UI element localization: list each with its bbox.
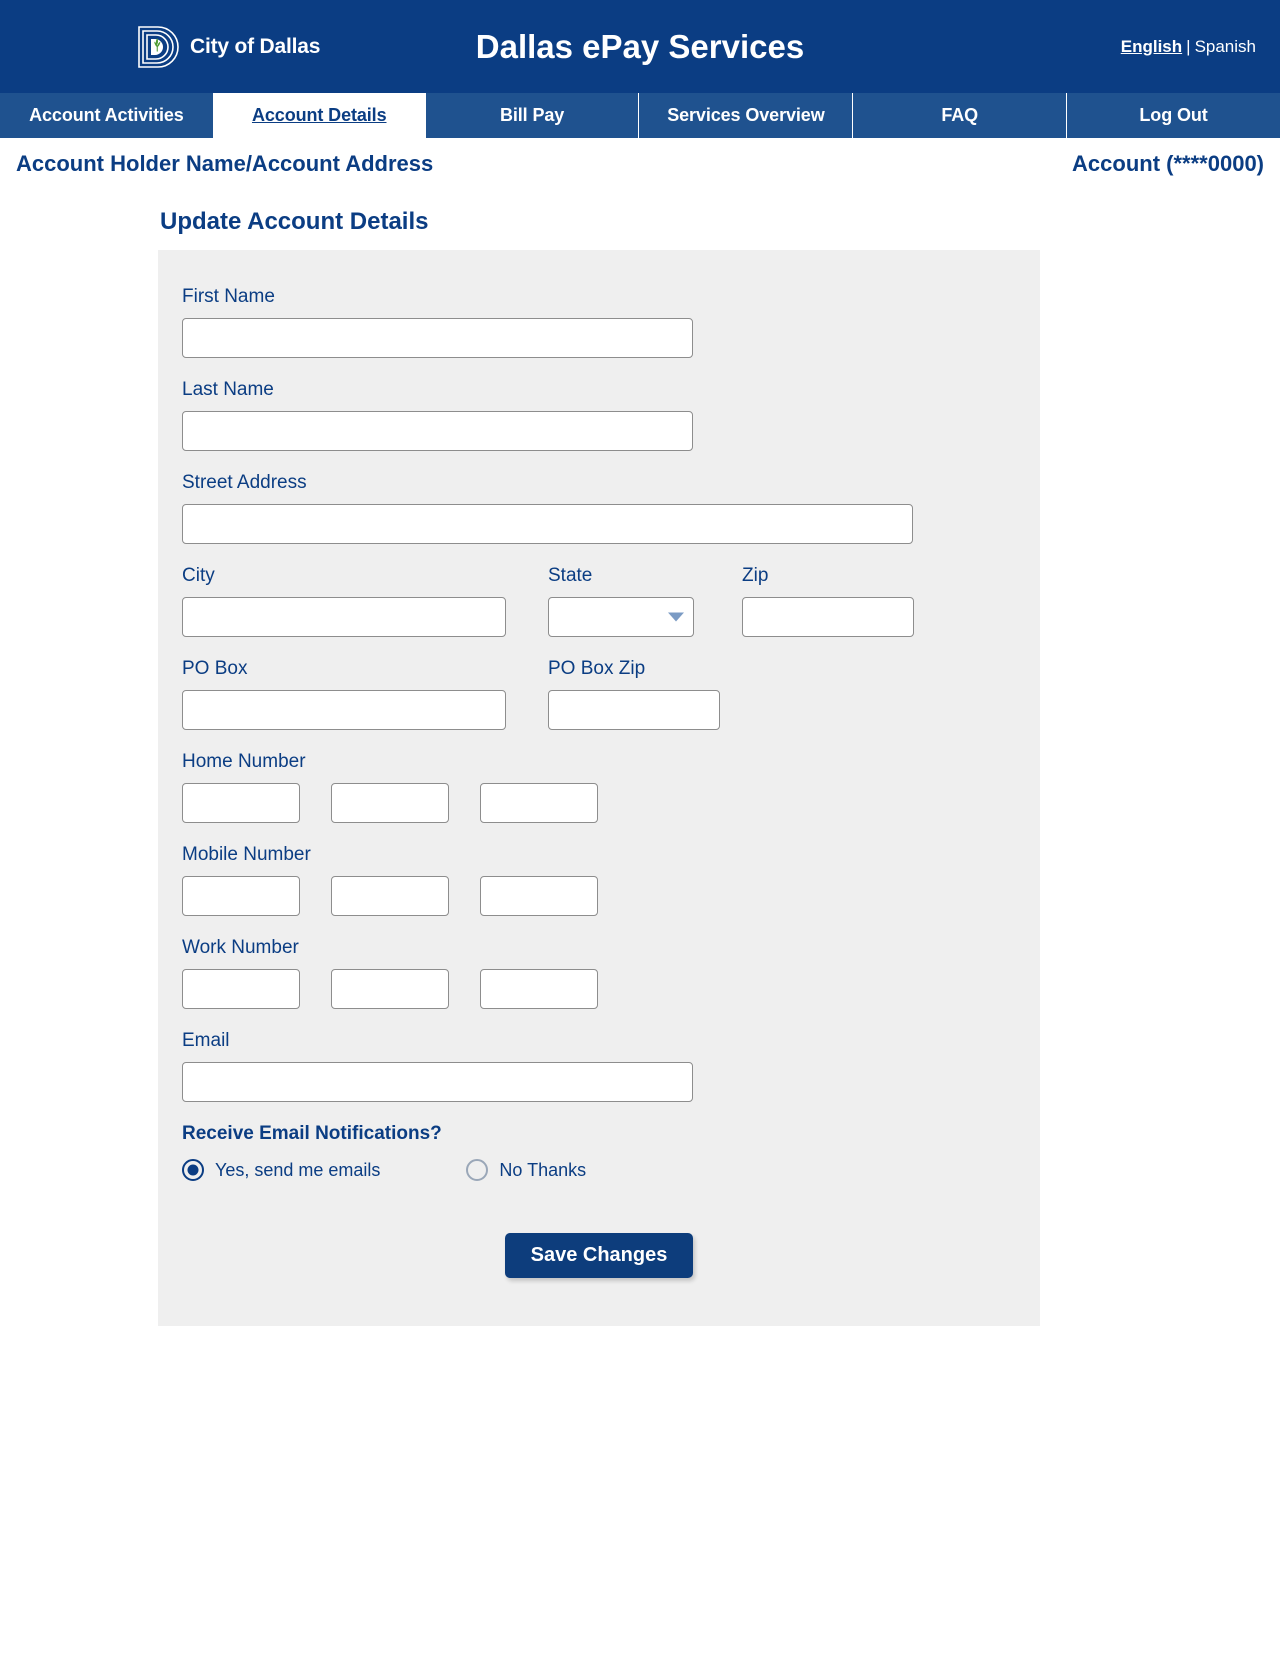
home-number-inputs <box>182 783 1040 823</box>
save-changes-button[interactable]: Save Changes <box>504 1233 694 1278</box>
account-number-badge: Account (****0000) <box>1072 151 1264 176</box>
mobile-number-label: Mobile Number <box>182 844 311 865</box>
street-address-field: Street Address <box>182 472 1040 544</box>
radio-no-label: No Thanks <box>499 1159 587 1180</box>
first-name-input[interactable] <box>182 318 693 358</box>
email-label: Email <box>182 1030 230 1051</box>
city-of-dallas-logo-icon <box>134 24 180 70</box>
account-holder-name: Account Holder Name/Account Address <box>16 151 434 176</box>
zip-input[interactable] <box>742 597 914 637</box>
language-switcher: English | Spanish <box>1121 37 1256 57</box>
po-box-label: PO Box <box>182 658 248 679</box>
state-field: State <box>548 565 694 637</box>
first-name-label: First Name <box>182 286 275 307</box>
language-english-link[interactable]: English <box>1121 37 1182 56</box>
city-input[interactable] <box>182 597 506 637</box>
work-number-label: Work Number <box>182 937 299 958</box>
mobile-number-field: Mobile Number <box>182 844 1040 916</box>
zip-label: Zip <box>742 565 769 586</box>
page-header: City of Dallas Dallas ePay Services Engl… <box>0 0 1280 93</box>
po-box-field: PO Box <box>182 658 506 730</box>
email-notifications-label: Receive Email Notifications? <box>182 1123 442 1144</box>
radio-no-thanks[interactable]: No Thanks <box>466 1159 586 1181</box>
last-name-label: Last Name <box>182 379 274 400</box>
po-box-zip-input[interactable] <box>548 690 720 730</box>
brand: City of Dallas <box>134 24 320 70</box>
tab-account-details[interactable]: Account Details <box>212 93 426 138</box>
mobile-number-prefix-input[interactable] <box>331 876 449 916</box>
work-number-line-input[interactable] <box>480 969 598 1009</box>
tab-services-overview[interactable]: Services Overview <box>638 93 852 138</box>
last-name-input[interactable] <box>182 411 693 451</box>
email-field: Email <box>182 1030 1040 1102</box>
radio-yes-label: Yes, send me emails <box>215 1159 381 1180</box>
mobile-number-area-input[interactable] <box>182 876 300 916</box>
po-box-row: PO Box PO Box Zip <box>182 658 1040 730</box>
tab-log-out[interactable]: Log Out <box>1066 93 1280 138</box>
main-content: Update Account Details First Name Last N… <box>0 208 1280 1326</box>
po-box-zip-field: PO Box Zip <box>548 658 720 730</box>
home-number-prefix-input[interactable] <box>331 783 449 823</box>
po-box-zip-label: PO Box Zip <box>548 658 646 679</box>
update-account-details-form: First Name Last Name Street Address City… <box>158 250 1040 1326</box>
tab-account-activities[interactable]: Account Activities <box>0 93 213 138</box>
form-actions: Save Changes <box>182 1233 1040 1278</box>
language-spanish-link[interactable]: Spanish <box>1195 37 1256 56</box>
work-number-prefix-input[interactable] <box>331 969 449 1009</box>
email-notifications-options: Yes, send me emails No Thanks <box>182 1159 1040 1181</box>
radio-unselected-icon <box>466 1159 489 1181</box>
city-field: City <box>182 565 506 637</box>
first-name-field: First Name <box>182 286 1040 358</box>
zip-field: Zip <box>742 565 914 637</box>
brand-name: City of Dallas <box>190 34 321 58</box>
street-address-label: Street Address <box>182 472 307 493</box>
street-address-input[interactable] <box>182 504 913 544</box>
state-select-wrap <box>548 597 694 637</box>
tab-faq[interactable]: FAQ <box>852 93 1066 138</box>
mobile-number-line-input[interactable] <box>480 876 598 916</box>
state-label: State <box>548 565 593 586</box>
home-number-field: Home Number <box>182 751 1040 823</box>
home-number-line-input[interactable] <box>480 783 598 823</box>
work-number-field: Work Number <box>182 937 1040 1009</box>
radio-yes-send-emails[interactable]: Yes, send me emails <box>182 1159 380 1181</box>
work-number-inputs <box>182 969 1040 1009</box>
email-input[interactable] <box>182 1062 693 1102</box>
work-number-area-input[interactable] <box>182 969 300 1009</box>
po-box-input[interactable] <box>182 690 506 730</box>
last-name-field: Last Name <box>182 379 1040 451</box>
mobile-number-inputs <box>182 876 1040 916</box>
city-state-zip-row: City State Zip <box>182 565 1040 637</box>
email-notifications-field: Receive Email Notifications? Yes, send m… <box>182 1123 1040 1181</box>
state-select[interactable] <box>548 597 694 637</box>
home-number-label: Home Number <box>182 751 306 772</box>
home-number-area-input[interactable] <box>182 783 300 823</box>
language-separator: | <box>1186 36 1191 56</box>
main-navigation: Account Activities Account Details Bill … <box>0 93 1280 138</box>
account-bar: Account Holder Name/Account Address Acco… <box>0 138 1280 190</box>
page-title: Update Account Details <box>160 208 429 235</box>
radio-selected-icon <box>182 1159 204 1181</box>
city-label: City <box>182 565 215 586</box>
tab-bill-pay[interactable]: Bill Pay <box>426 93 639 138</box>
